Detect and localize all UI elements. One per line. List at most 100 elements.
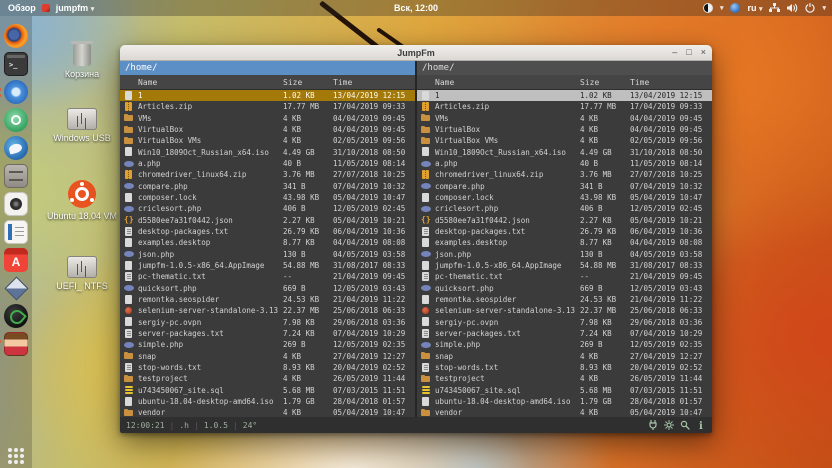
close-button[interactable]: × (701, 48, 706, 57)
path-bar[interactable]: /home/ (120, 61, 415, 75)
volume-icon[interactable] (787, 3, 798, 13)
file-row[interactable]: chromedriver_linux64.zip 3.76 MB 27/07/2… (120, 169, 415, 180)
file-row[interactable]: selenium-server-standalone-3.13.0.j… 22.… (120, 305, 415, 316)
file-row[interactable]: pc-thematic.txt -- 21/04/2019 09:45 (120, 271, 415, 282)
file-row[interactable]: simple.php 269 B 12/05/2019 02:35 (417, 339, 712, 350)
dock-item-player[interactable] (4, 192, 28, 216)
file-row[interactable]: selenium-server-standalone-3.13.0.j… 22.… (417, 305, 712, 316)
network-icon[interactable] (769, 3, 781, 13)
desktop-icon-ubuntu[interactable]: Ubuntu 18.04 VM (44, 180, 120, 222)
file-row[interactable]: a.php 40 B 11/05/2019 08:14 (120, 158, 415, 169)
dock-item-firefox[interactable] (4, 24, 28, 48)
file-row[interactable]: composer.lock 43.98 KB 05/04/2019 10:47 (417, 192, 712, 203)
search-icon[interactable] (680, 420, 690, 430)
dock-item-anydesk[interactable] (4, 248, 28, 272)
file-row[interactable]: 1 1.02 KB 13/04/2019 12:15 (120, 90, 415, 102)
file-row[interactable]: sergiy-pc.ovpn 7.98 KB 29/06/2018 03:36 (417, 317, 712, 328)
column-header-name[interactable]: Name (421, 75, 576, 89)
column-header-time[interactable]: Time (333, 75, 411, 89)
file-row[interactable]: stop-words.txt 8.93 KB 20/04/2019 02:52 (120, 362, 415, 373)
file-row[interactable]: VirtualBox VMs 4 KB 02/05/2019 09:56 (417, 135, 712, 146)
file-row[interactable]: Articles.zip 17.77 MB 17/04/2019 09:33 (417, 101, 712, 112)
file-row[interactable]: d5580ee7a31f0442.json 2.27 KB 05/04/2019… (120, 215, 415, 226)
gear-icon[interactable] (664, 420, 674, 430)
file-row[interactable]: chromedriver_linux64.zip 3.76 MB 27/07/2… (417, 169, 712, 180)
file-row[interactable]: ubuntu-18.04-desktop-amd64.iso 1.79 GB 2… (417, 396, 712, 407)
file-row[interactable]: jumpfm-1.0.5-x86_64.AppImage 54.88 MB 31… (120, 260, 415, 271)
file-row[interactable]: stop-words.txt 8.93 KB 20/04/2019 02:52 (417, 362, 712, 373)
file-row[interactable]: u743450067_site.sql 5.68 MB 07/03/2015 1… (417, 385, 712, 396)
file-row[interactable]: ubuntu-18.04-desktop-amd64.iso 1.79 GB 2… (120, 396, 415, 407)
file-row[interactable]: quicksort.php 669 B 12/05/2019 03:43 (120, 283, 415, 294)
file-row[interactable]: sergiy-pc.ovpn 7.98 KB 29/06/2018 03:36 (120, 317, 415, 328)
file-row[interactable]: composer.lock 43.98 KB 05/04/2019 10:47 (120, 192, 415, 203)
file-row[interactable]: VMs 4 KB 04/04/2019 09:45 (120, 113, 415, 124)
file-row[interactable]: pc-thematic.txt -- 21/04/2019 09:45 (417, 271, 712, 282)
file-row[interactable]: remontka.seospider 24.53 KB 21/04/2019 1… (120, 294, 415, 305)
plug-icon[interactable] (648, 420, 658, 430)
file-row[interactable]: vendor 4 KB 05/04/2019 10:47 (417, 407, 712, 417)
maximize-button[interactable]: □ (686, 48, 691, 57)
file-row[interactable]: jumpfm-1.0.5-x86_64.AppImage 54.88 MB 31… (417, 260, 712, 271)
path-bar[interactable]: /home/ (417, 61, 712, 75)
keyboard-layout-indicator[interactable]: ru ▾ (747, 3, 762, 13)
power-icon[interactable] (805, 3, 816, 13)
desktop-icon-usb[interactable]: UEFI_ NTFS (44, 256, 120, 292)
file-row[interactable]: Win10_1809Oct_Russian_x64.iso 4.49 GB 31… (417, 147, 712, 158)
dock-item-terminal[interactable] (4, 52, 28, 76)
desktop-icon-usb[interactable]: Windows USB (44, 108, 120, 144)
file-row[interactable]: Articles.zip 17.77 MB 17/04/2019 09:33 (120, 101, 415, 112)
title-bar[interactable]: JumpFm – □ × (120, 45, 712, 61)
file-row[interactable]: testproject 4 KB 26/05/2019 11:44 (120, 373, 415, 384)
column-header-name[interactable]: Name (124, 75, 279, 89)
file-row[interactable]: snap 4 KB 27/04/2019 12:27 (417, 351, 712, 362)
file-row[interactable]: u743450067_site.sql 5.68 MB 07/03/2015 1… (120, 385, 415, 396)
file-row[interactable]: compare.php 341 B 07/04/2019 10:32 (417, 181, 712, 192)
file-row[interactable]: VirtualBox 4 KB 04/04/2019 09:45 (120, 124, 415, 135)
file-row[interactable]: criclesort.php 406 B 12/05/2019 02:45 (120, 203, 415, 214)
minimize-button[interactable]: – (672, 48, 677, 57)
file-row[interactable]: server-packages.txt 7.24 KB 07/04/2019 1… (120, 328, 415, 339)
file-row[interactable]: remontka.seospider 24.53 KB 21/04/2019 1… (417, 294, 712, 305)
dock-item-greenapp[interactable] (4, 108, 28, 132)
file-row[interactable]: VirtualBox 4 KB 04/04/2019 09:45 (417, 124, 712, 135)
file-row[interactable]: 1 1.02 KB 13/04/2019 12:15 (417, 90, 712, 102)
dock-item-jumpfm[interactable] (0, 332, 28, 356)
dock-item-virtualbox[interactable] (4, 276, 28, 300)
file-row[interactable]: criclesort.php 406 B 12/05/2019 02:45 (417, 203, 712, 214)
appmenu-button[interactable]: jumpfm ▾ (56, 3, 95, 13)
file-row[interactable]: examples.desktop 8.77 KB 04/04/2019 08:0… (417, 237, 712, 248)
file-row[interactable]: json.php 130 B 04/05/2019 03:58 (120, 249, 415, 260)
file-row[interactable]: server-packages.txt 7.24 KB 07/04/2019 1… (417, 328, 712, 339)
column-header-time[interactable]: Time (630, 75, 708, 89)
jumpfm-avatar-icon (4, 332, 28, 356)
file-row[interactable]: VMs 4 KB 04/04/2019 09:45 (417, 113, 712, 124)
file-row[interactable]: desktop-packages.txt 26.79 KB 06/04/2019… (417, 226, 712, 237)
file-row[interactable]: examples.desktop 8.77 KB 04/04/2019 08:0… (120, 237, 415, 248)
column-header-size[interactable]: Size (580, 75, 626, 89)
screen-indicator-icon[interactable] (702, 3, 713, 13)
activities-button[interactable]: Обзор (8, 3, 36, 13)
dock-item-writer[interactable] (4, 220, 28, 244)
file-row[interactable]: vendor 4 KB 05/04/2019 10:47 (120, 407, 415, 417)
file-row[interactable]: VirtualBox VMs 4 KB 02/05/2019 09:56 (120, 135, 415, 146)
file-row[interactable]: compare.php 341 B 07/04/2019 10:32 (120, 181, 415, 192)
file-row[interactable]: snap 4 KB 27/04/2019 12:27 (120, 351, 415, 362)
chromium-indicator-icon[interactable] (730, 3, 741, 13)
dock-item-appgrid[interactable] (4, 444, 28, 468)
file-row[interactable]: Win10_1809Oct_Russian_x64.iso 4.49 GB 31… (120, 147, 415, 158)
column-header-size[interactable]: Size (283, 75, 329, 89)
file-row[interactable]: desktop-packages.txt 26.79 KB 06/04/2019… (120, 226, 415, 237)
dock-item-cabinet[interactable] (4, 164, 28, 188)
file-row[interactable]: simple.php 269 B 12/05/2019 02:35 (120, 339, 415, 350)
file-row[interactable]: json.php 130 B 04/05/2019 03:58 (417, 249, 712, 260)
dock-item-chromium[interactable] (0, 80, 28, 104)
file-row[interactable]: quicksort.php 669 B 12/05/2019 03:43 (417, 283, 712, 294)
info-icon[interactable]: i (696, 420, 706, 430)
dock-item-thunderbird[interactable] (4, 136, 28, 160)
file-row[interactable]: d5580ee7a31f0442.json 2.27 KB 05/04/2019… (417, 215, 712, 226)
file-row[interactable]: testproject 4 KB 26/05/2019 11:44 (417, 373, 712, 384)
file-row[interactable]: a.php 40 B 11/05/2019 08:14 (417, 158, 712, 169)
desktop-icon-trash[interactable]: Корзина (44, 41, 120, 80)
dock-item-darkapp[interactable] (4, 304, 28, 328)
